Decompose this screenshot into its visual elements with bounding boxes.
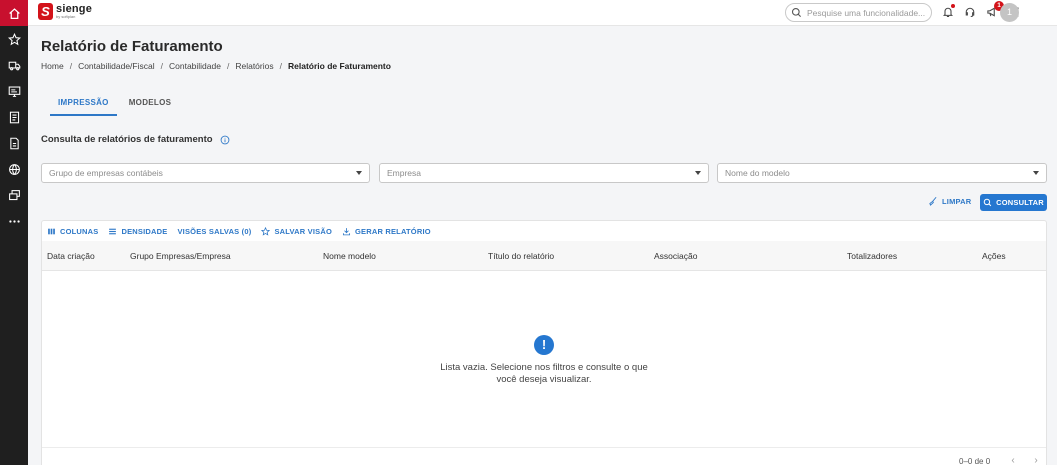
company-placeholder: Empresa bbox=[387, 168, 422, 178]
breadcrumb-reports[interactable]: Relatórios bbox=[235, 61, 273, 71]
density-button[interactable]: DENSIDADE bbox=[108, 227, 167, 236]
grid-toolbar: COLUNAS DENSIDADE VISÕES SALVAS (0) SALV… bbox=[47, 227, 441, 236]
rail-home[interactable] bbox=[0, 0, 28, 26]
columns-icon bbox=[48, 228, 55, 235]
column-header-associacao[interactable]: Associação bbox=[654, 251, 697, 261]
grid-footer: 0–0 de 0 ‹ › bbox=[42, 447, 1046, 465]
section-title: Consulta de relatórios de faturamento bbox=[41, 134, 230, 145]
search-icon bbox=[983, 198, 992, 207]
monitor-icon bbox=[8, 86, 20, 97]
download-icon bbox=[342, 228, 351, 236]
rail-modules[interactable] bbox=[0, 182, 28, 208]
empty-state-message: Lista vazia. Selecione nos filtros e con… bbox=[440, 362, 648, 385]
chevron-down-icon bbox=[1033, 171, 1039, 175]
section-title-text: Consulta de relatórios de faturamento bbox=[41, 134, 213, 145]
truck-icon bbox=[8, 61, 20, 70]
tab-bar: IMPRESSÃO MODELOS bbox=[50, 92, 183, 116]
reports-grid: COLUNAS DENSIDADE VISÕES SALVAS (0) SALV… bbox=[41, 220, 1047, 465]
tab-impressao[interactable]: IMPRESSÃO bbox=[50, 92, 117, 116]
page-title: Relatório de Faturamento bbox=[41, 38, 223, 55]
star-outline-icon bbox=[261, 227, 271, 236]
search-icon bbox=[791, 7, 802, 18]
rail-logistics[interactable] bbox=[0, 52, 28, 78]
notification-dot bbox=[951, 4, 955, 8]
saved-views-button[interactable]: VISÕES SALVAS (0) bbox=[177, 227, 251, 236]
rail-globe[interactable] bbox=[0, 156, 28, 182]
model-name-placeholder: Nome do modelo bbox=[725, 168, 790, 178]
rail-documents[interactable] bbox=[0, 104, 28, 130]
breadcrumb-current: Relatório de Faturamento bbox=[288, 61, 391, 71]
globe-icon bbox=[8, 163, 20, 175]
star-icon bbox=[7, 32, 21, 45]
feature-search[interactable] bbox=[785, 3, 932, 22]
company-group-placeholder: Grupo de empresas contábeis bbox=[49, 168, 163, 178]
query-button[interactable]: CONSULTAR bbox=[980, 194, 1047, 211]
save-view-button[interactable]: SALVAR VISÃO bbox=[261, 227, 332, 236]
previous-page-icon[interactable]: ‹ bbox=[1008, 456, 1018, 465]
rail-monitor[interactable] bbox=[0, 78, 28, 104]
sienge-logo[interactable]: S sienge by softplan bbox=[38, 3, 92, 20]
column-header-grupo-empresa[interactable]: Grupo Empresas/Empresa bbox=[130, 251, 231, 261]
broom-icon bbox=[929, 196, 937, 206]
logo-sub: by softplan bbox=[56, 14, 76, 19]
company-group-select[interactable]: Grupo de empresas contábeis bbox=[41, 163, 370, 183]
pagination-text: 0–0 de 0 bbox=[959, 457, 991, 465]
column-header-acoes[interactable]: Ações bbox=[982, 251, 1006, 261]
headset-icon bbox=[965, 7, 975, 18]
empty-state: ! Lista vazia. Selecione nos filtros e c… bbox=[42, 335, 1046, 386]
breadcrumb: Home / Contabilidade/Fiscal / Contabilid… bbox=[41, 61, 391, 71]
grid-header-row: Data criação Grupo Empresas/Empresa Nome… bbox=[42, 241, 1046, 271]
clear-button[interactable]: LIMPAR bbox=[928, 196, 971, 206]
chevron-down-icon bbox=[695, 171, 701, 175]
announcements-button[interactable]: 1 bbox=[985, 1, 1004, 19]
column-header-data-criacao[interactable]: Data criação bbox=[47, 251, 95, 261]
chevron-down-icon bbox=[356, 171, 362, 175]
query-label: CONSULTAR bbox=[996, 198, 1044, 207]
rail-favorites[interactable] bbox=[0, 26, 28, 52]
model-name-select[interactable]: Nome do modelo bbox=[717, 163, 1047, 183]
company-select[interactable]: Empresa bbox=[379, 163, 709, 183]
rail-more[interactable] bbox=[0, 208, 28, 234]
column-header-titulo-relatorio[interactable]: Título do relatório bbox=[488, 251, 554, 261]
generate-report-button[interactable]: GERAR RELATÓRIO bbox=[342, 227, 431, 236]
column-header-nome-modelo[interactable]: Nome modelo bbox=[323, 251, 376, 261]
logo-mark-icon: S bbox=[38, 3, 53, 20]
search-input[interactable] bbox=[807, 7, 927, 18]
rail-invoices[interactable] bbox=[0, 130, 28, 156]
breadcrumb-accounting-tax[interactable]: Contabilidade/Fiscal bbox=[78, 61, 155, 71]
document-list-icon bbox=[9, 111, 19, 123]
clear-label: LIMPAR bbox=[942, 196, 972, 206]
layers-icon bbox=[8, 189, 20, 200]
column-header-totalizadores[interactable]: Totalizadores bbox=[847, 251, 897, 261]
tab-modelos[interactable]: MODELOS bbox=[121, 92, 180, 116]
support-button[interactable] bbox=[963, 5, 977, 19]
notifications-button[interactable] bbox=[941, 4, 955, 19]
breadcrumb-accounting[interactable]: Contabilidade bbox=[169, 61, 221, 71]
top-bar: S sienge by softplan 1 1 bbox=[28, 0, 1057, 26]
info-icon[interactable] bbox=[220, 135, 230, 145]
invoice-icon bbox=[9, 137, 19, 149]
side-rail bbox=[0, 0, 28, 465]
columns-button[interactable]: COLUNAS bbox=[47, 227, 98, 236]
home-icon bbox=[8, 7, 20, 19]
density-icon bbox=[109, 228, 117, 235]
alert-icon: ! bbox=[534, 335, 554, 355]
user-avatar[interactable]: 1 bbox=[1000, 3, 1019, 22]
next-page-icon[interactable]: › bbox=[1031, 456, 1041, 465]
more-icon bbox=[8, 219, 20, 223]
breadcrumb-home[interactable]: Home bbox=[41, 61, 64, 71]
